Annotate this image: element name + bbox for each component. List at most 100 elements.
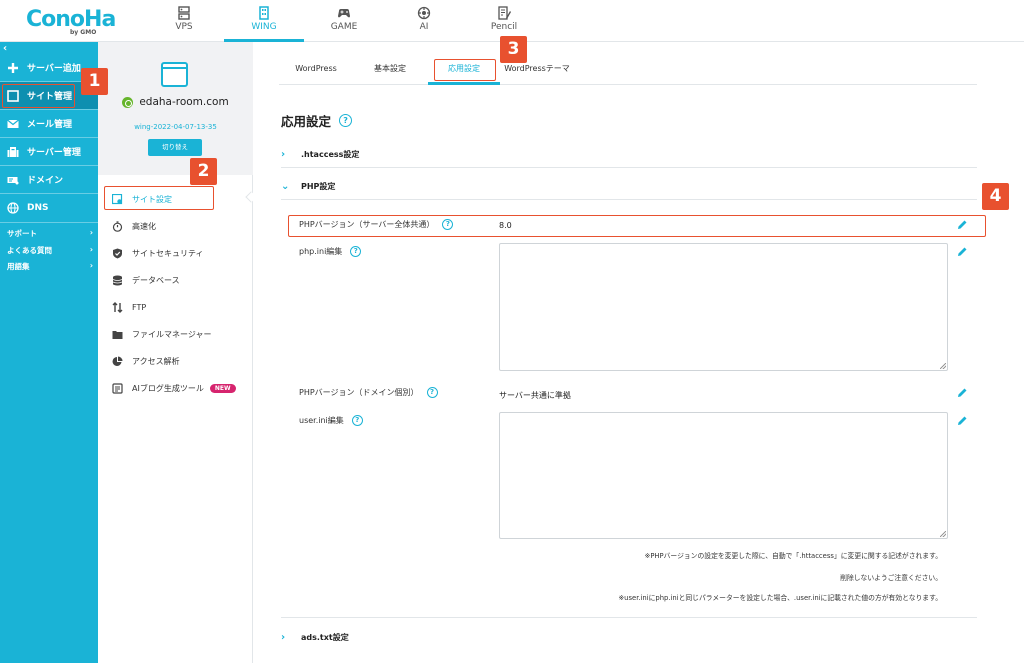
chevron-right-icon: › [281,148,286,160]
menu-item-label: データベース [132,275,180,285]
chevron-right-icon: › [281,631,286,643]
help-icon[interactable]: ? [351,415,363,426]
database-icon [112,275,123,285]
tab-basic-settings[interactable]: 基本設定 [358,58,422,86]
sidebar-item-dns[interactable]: DNS [0,194,98,221]
menu-item-label: ファイルマネージャー [132,329,212,339]
section-divider [281,167,977,168]
globe-icon [7,201,19,214]
menu-item-site-security[interactable]: サイトセキュリティ [106,242,246,264]
transfer-icon [112,301,123,313]
sidebar-link-faq[interactable]: よくある質問 › [7,245,93,256]
sidebar-link-label: サポート [7,229,37,238]
sidebar-item-label: ドメイン [27,176,64,186]
nav-tab-label: Pencil [490,22,518,32]
menu-item-label: サイト設定 [132,194,172,204]
sidebar-item-domain[interactable]: ドメイン [0,166,98,193]
nav-tab-label: GAME [330,22,358,32]
main-sidebar: ‹ サーバー追加 サイト管理 メール管理 サーバー管理 ドメイン DNS サポー… [0,42,98,663]
server-icon [178,6,190,20]
sidebar-item-label: サーバー追加 [27,64,81,74]
php-domain-version-label-text: PHPバージョン（ドメイン個別） [299,388,419,397]
php-version-value: 8.0 [499,221,512,230]
annotation-badge-1: 1 [81,68,108,95]
menu-item-file-manager[interactable]: ファイルマネージャー [106,323,246,345]
ai-blog-icon [112,382,123,394]
user-ini-textarea[interactable] [499,412,948,539]
nav-tab-game[interactable]: GAME [304,0,384,42]
tab-wordpress[interactable]: WordPress [279,58,353,86]
server-manage-icon [7,146,19,157]
domain-icon [7,176,19,184]
annotation-badge-2: 2 [190,158,217,185]
sidebar-link-label: よくある質問 [7,246,52,255]
menu-item-label: AIブログ生成ツール [132,383,204,393]
pie-chart-icon [112,356,123,366]
menu-item-database[interactable]: データベース [106,269,246,291]
nav-tab-label: WING [251,22,277,32]
help-icon[interactable]: ? [442,219,454,230]
nav-tab-wing[interactable]: WING [224,0,304,42]
sidebar-item-label: サイト管理 [27,92,73,102]
help-icon[interactable]: ? [426,387,438,398]
conoha-logo[interactable]: ConoHa by GMO [26,7,116,36]
user-ini-label: user.ini編集 ? [299,415,363,426]
nav-tab-vps[interactable]: VPS [144,0,224,42]
nav-tab-ai[interactable]: AI [384,0,464,42]
site-settings-icon [112,193,123,204]
sidebar-link-label: 用語集 [7,262,30,271]
mail-icon [7,119,19,128]
edit-pencil-icon[interactable] [956,246,968,258]
stopwatch-icon [112,220,123,232]
menu-item-ftp[interactable]: FTP [106,296,246,318]
site-id: wing-2022-04-07-13-35 [134,123,217,131]
section-title: .htaccess設定 [301,149,360,159]
note-do-not-delete: 削除しないようご注意ください。 [840,574,942,582]
menu-item-site-settings[interactable]: サイト設定 [106,188,246,210]
php-ini-textarea[interactable] [499,243,948,371]
user-ini-label-text: user.ini編集 [299,416,344,425]
site-icon [7,89,19,102]
note-user-ini: ※user.iniにphp.iniと同じパラメーターを設定した場合、.user.… [618,594,942,602]
sidebar-link-support[interactable]: サポート › [7,228,93,239]
section-title: ads.txt設定 [301,632,349,642]
note-htaccess: ※PHPバージョンの設定を変更した際に、自動で「.httaccess」に変更に関… [644,552,942,560]
section-title: PHP設定 [301,181,336,191]
sidebar-item-server-management[interactable]: サーバー管理 [0,138,98,165]
annotation-badge-4: 4 [982,183,1009,210]
ai-icon [417,6,431,20]
section-htaccess[interactable]: › .htaccess設定 [281,141,977,167]
menu-item-label: アクセス解析 [132,356,180,366]
help-icon[interactable]: ? [350,246,362,257]
php-ini-label: php.ini編集 ? [299,246,362,257]
sidebar-item-mail[interactable]: メール管理 [0,110,98,137]
edit-pencil-icon[interactable] [956,415,968,427]
php-domain-version-label: PHPバージョン（ドメイン個別） ? [299,387,438,398]
sidebar-link-glossary[interactable]: 用語集 › [7,261,93,272]
menu-item-speedup[interactable]: 高速化 [106,215,246,237]
section-ads-txt[interactable]: › ads.txt設定 [281,624,977,650]
php-version-label-text: PHPバージョン（サーバー全体共通） [299,220,435,229]
help-icon[interactable]: ? [339,114,353,127]
php-ini-label-text: php.ini編集 [299,247,343,256]
section-divider [281,199,977,200]
section-php[interactable]: ⌄ PHP設定 [281,173,977,199]
pencil-doc-icon [498,6,511,20]
collapse-sidebar-button[interactable]: ‹ [3,43,7,54]
menu-item-ai-blog-tool[interactable]: AIブログ生成ツール NEW [106,377,246,399]
section-divider [281,617,977,618]
php-domain-version-value: サーバー共通に準拠 [499,391,571,400]
menu-item-access-analytics[interactable]: アクセス解析 [106,350,246,372]
edit-pencil-icon[interactable] [956,387,968,399]
sidebar-divider [0,222,98,223]
page-title: 応用設定 ? [281,111,353,130]
folder-icon [112,330,123,339]
building-icon [259,6,269,20]
chevron-down-icon: ⌄ [281,180,290,192]
edit-pencil-icon[interactable] [956,219,968,231]
sidebar-item-label: DNS [27,202,49,213]
php-version-label: PHPバージョン（サーバー全体共通） ? [299,219,454,230]
site-name-text: edaha-room.com [139,96,229,108]
switch-site-button[interactable]: 切り替え [148,139,202,156]
sidebar-item-label: メール管理 [27,120,73,130]
